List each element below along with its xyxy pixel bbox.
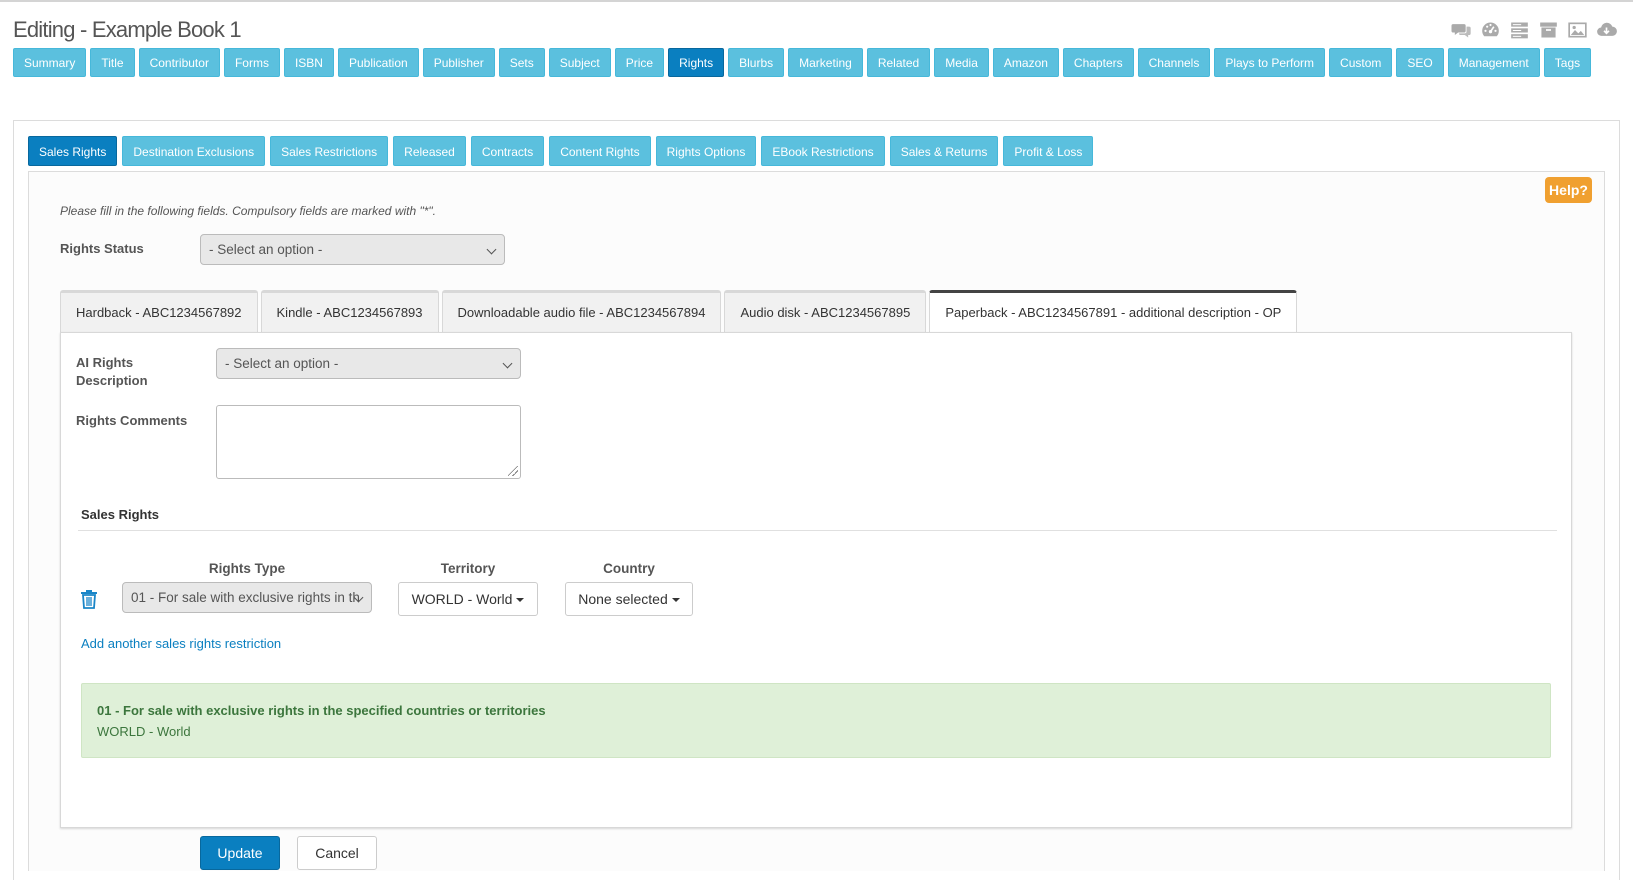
tab-publication[interactable]: Publication xyxy=(337,48,419,77)
tab-title[interactable]: Title xyxy=(90,48,135,77)
format-tab[interactable]: Hardback - ABC1234567892 xyxy=(60,290,258,332)
tab-summary[interactable]: Summary xyxy=(13,48,87,77)
subtab-profit-and-loss[interactable]: Profit & Loss xyxy=(1003,136,1094,166)
tab-contributor[interactable]: Contributor xyxy=(138,48,220,77)
tab-custom[interactable]: Custom xyxy=(1329,48,1393,77)
help-button[interactable]: Help? xyxy=(1545,177,1592,203)
tab-channels[interactable]: Channels xyxy=(1137,48,1211,77)
tab-related[interactable]: Related xyxy=(866,48,931,77)
caret-down-icon xyxy=(671,598,680,603)
ai-rights-select[interactable]: - Select an option - xyxy=(216,348,521,379)
ai-rights-label: AI Rights Description xyxy=(76,354,148,390)
country-column-header: Country xyxy=(603,561,655,576)
territory-column-header: Territory xyxy=(440,561,496,576)
tab-tags[interactable]: Tags xyxy=(1543,48,1592,77)
caret-down-icon xyxy=(516,598,525,603)
rights-comments-label: Rights Comments xyxy=(76,413,188,428)
tab-marketing[interactable]: Marketing xyxy=(788,48,863,77)
subtab-rights-options[interactable]: Rights Options xyxy=(655,136,757,166)
rights-status-label: Rights Status xyxy=(60,241,144,256)
archive-icon[interactable] xyxy=(1538,20,1559,40)
rights-type-column-header: Rights Type xyxy=(208,561,286,576)
summary-title: 01 - For sale with exclusive rights in t… xyxy=(97,703,546,718)
header-toolbar xyxy=(1451,20,1617,40)
format-tab[interactable]: Paperback - ABC1234567891 - additional d… xyxy=(929,290,1298,333)
summary-territory: WORLD - World xyxy=(97,724,191,739)
format-tab[interactable]: Audio disk - ABC1234567895 xyxy=(724,290,927,332)
country-dropdown[interactable]: None selected xyxy=(565,582,693,616)
subtab-ebook-restrictions[interactable]: EBook Restrictions xyxy=(761,136,885,166)
tab-publisher[interactable]: Publisher xyxy=(422,48,495,77)
add-sales-rights-link[interactable]: Add another sales rights restriction xyxy=(81,636,281,651)
rights-status-select[interactable]: - Select an option - xyxy=(200,234,505,265)
subtab-content-rights[interactable]: Content Rights xyxy=(549,136,651,166)
form-instructions: Please fill in the following fields. Com… xyxy=(60,204,437,218)
main-tab-bar: Summary Title Contributor Forms ISBN Publicat… xyxy=(13,48,1613,77)
territory-value: WORLD - World xyxy=(411,591,513,607)
tab-media[interactable]: Media xyxy=(934,48,989,77)
comments-icon[interactable] xyxy=(1451,20,1472,40)
format-tab-bar: Hardback - ABC1234567892 Kindle - ABC1234… xyxy=(60,290,1298,333)
rights-type-value: 01 - For sale with exclusive rights in t… xyxy=(131,590,360,605)
tab-rights[interactable]: Rights xyxy=(668,48,725,77)
tab-price[interactable]: Price xyxy=(614,48,665,77)
trash-icon[interactable] xyxy=(80,589,98,609)
tab-forms[interactable]: Forms xyxy=(223,48,280,77)
tab-seo[interactable]: SEO xyxy=(1396,48,1444,77)
rights-sub-tab-bar: Sales Rights Destination Exclusions Sales … xyxy=(28,136,1094,166)
tab-isbn[interactable]: ISBN xyxy=(283,48,334,77)
ai-rights-label-line1: AI Rights xyxy=(76,355,134,370)
dashboard-icon[interactable] xyxy=(1480,20,1501,40)
cloud-download-icon[interactable] xyxy=(1596,20,1617,40)
sales-rights-heading: Sales Rights xyxy=(81,507,160,522)
tab-management[interactable]: Management xyxy=(1447,48,1540,77)
update-button[interactable]: Update xyxy=(200,836,280,870)
list-icon[interactable] xyxy=(1509,20,1530,40)
subtab-released[interactable]: Released xyxy=(393,136,466,166)
country-value: None selected xyxy=(578,591,668,607)
sales-rights-summary: 01 - For sale with exclusive rights in t… xyxy=(81,683,1551,758)
format-tab[interactable]: Kindle - ABC1234567893 xyxy=(260,290,439,332)
format-tab[interactable]: Downloadable audio file - ABC1234567894 xyxy=(441,290,722,332)
subtab-destination-exclusions[interactable]: Destination Exclusions xyxy=(122,136,266,166)
ai-rights-label-line2: Description xyxy=(76,373,148,388)
territory-dropdown[interactable]: WORLD - World xyxy=(398,582,538,616)
page-title: Editing - Example Book 1 xyxy=(13,17,242,42)
rights-comments-textarea[interactable] xyxy=(216,405,521,479)
tab-plays-to-perform[interactable]: Plays to Perform xyxy=(1214,48,1326,77)
chevron-down-icon xyxy=(502,358,513,369)
subtab-sales-rights[interactable]: Sales Rights xyxy=(28,136,118,166)
tab-amazon[interactable]: Amazon xyxy=(992,48,1059,77)
resize-handle-icon[interactable] xyxy=(508,466,518,476)
section-divider xyxy=(78,530,1557,531)
ai-rights-value: - Select an option - xyxy=(225,356,339,371)
rights-type-select[interactable]: 01 - For sale with exclusive rights in t… xyxy=(122,582,372,613)
tab-chapters[interactable]: Chapters xyxy=(1062,48,1134,77)
subtab-sales-restrictions[interactable]: Sales Restrictions xyxy=(270,136,389,166)
tab-blurbs[interactable]: Blurbs xyxy=(728,48,785,77)
subtab-contracts[interactable]: Contracts xyxy=(470,136,545,166)
rights-status-value: - Select an option - xyxy=(209,242,323,257)
image-icon[interactable] xyxy=(1567,20,1588,40)
chevron-down-icon xyxy=(486,244,497,255)
tab-sets[interactable]: Sets xyxy=(498,48,545,77)
tab-subject[interactable]: Subject xyxy=(548,48,611,77)
cancel-button[interactable]: Cancel xyxy=(297,836,377,870)
subtab-sales-and-returns[interactable]: Sales & Returns xyxy=(889,136,999,166)
